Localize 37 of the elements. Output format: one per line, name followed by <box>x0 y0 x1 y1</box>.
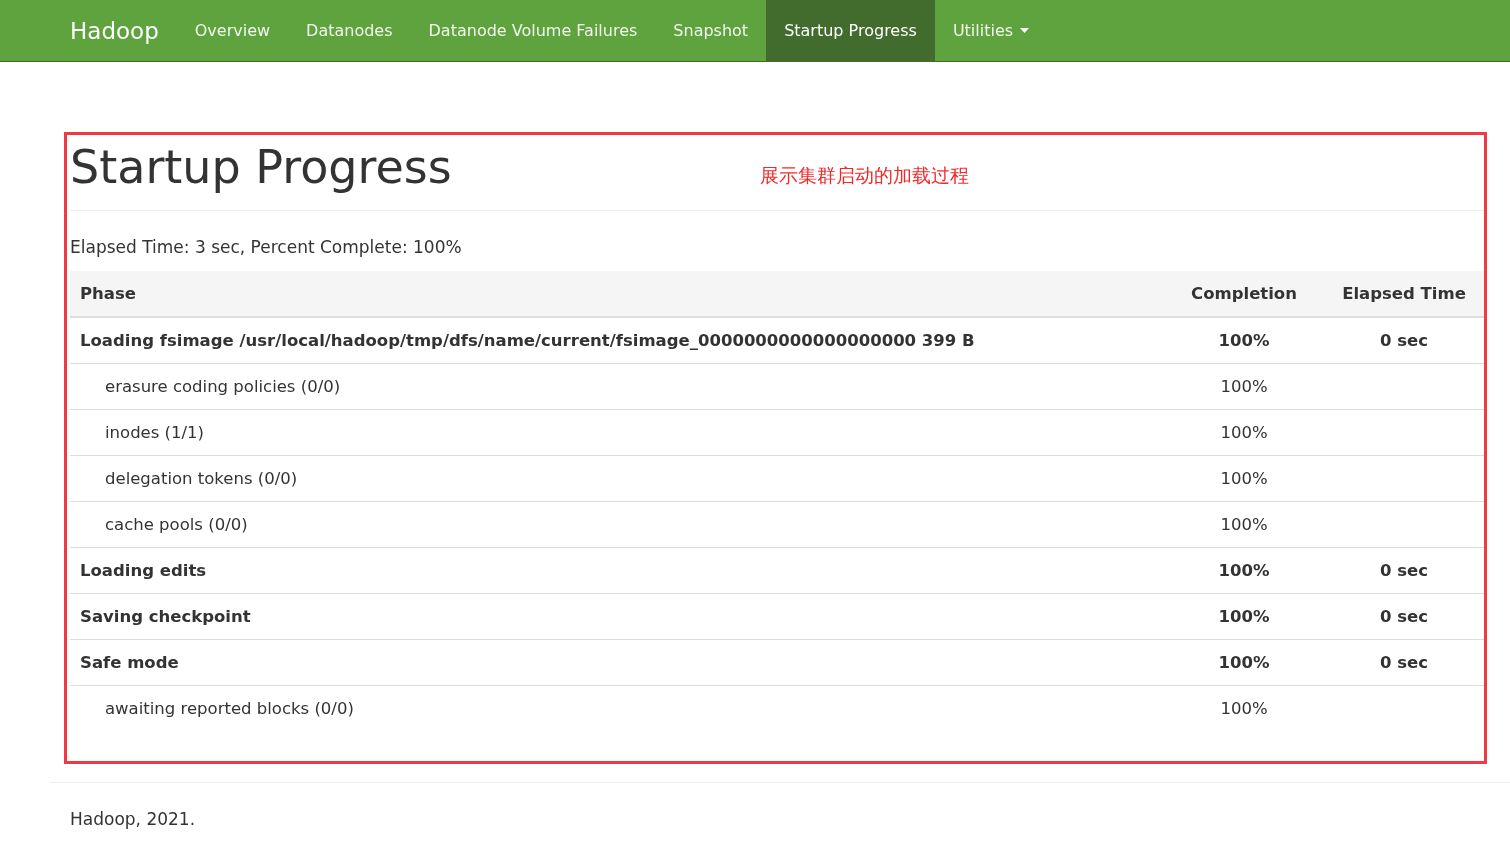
page-title: Startup Progress <box>70 144 452 196</box>
completion-cell: 100% <box>1164 455 1324 502</box>
phase-cell: Saving checkpoint <box>70 593 1164 640</box>
completion-cell: 100% <box>1164 317 1324 364</box>
completion-cell: 100% <box>1164 639 1324 686</box>
nav-tab[interactable]: Overview <box>176 0 289 61</box>
completion-cell: 100% <box>1164 685 1324 731</box>
completion-cell: 100% <box>1164 363 1324 410</box>
nav-tab[interactable]: Startup Progress <box>766 0 935 61</box>
elapsed-cell: 0 sec <box>1324 639 1484 686</box>
elapsed-cell: 0 sec <box>1324 317 1484 364</box>
column-header: Elapsed Time <box>1324 271 1484 317</box>
phase-cell: Loading fsimage /usr/local/hadoop/tmp/dfs/name/current/fsimage_0000000000000000000 399 B <box>70 317 1164 364</box>
nav-tab[interactable]: Datanode Volume Failures <box>410 0 656 61</box>
caret-icon <box>1020 28 1030 33</box>
completion-cell: 100% <box>1164 409 1324 456</box>
step-cell: awaiting reported blocks (0/0) <box>70 685 1164 731</box>
completion-cell: 100% <box>1164 501 1324 548</box>
step-cell: delegation tokens (0/0) <box>70 455 1164 502</box>
nav-tab[interactable]: Datanodes <box>288 0 411 61</box>
phase-cell: Loading edits <box>70 547 1164 594</box>
footer-text: Hadoop, 2021. <box>69 808 197 829</box>
nav-tab[interactable]: Utilities <box>934 0 1048 61</box>
elapsed-cell: 0 sec <box>1324 547 1484 594</box>
completion-cell: 100% <box>1164 593 1324 640</box>
elapsed-cell: 0 sec <box>1324 593 1484 640</box>
step-cell: inodes (1/1) <box>70 409 1164 456</box>
brand-link[interactable]: Hadoop <box>52 0 177 61</box>
annotation-text: 展示集群启动的加载过程 <box>759 163 969 188</box>
summary-text: Elapsed Time: 3 sec, Percent Complete: 100% <box>70 236 463 259</box>
column-header: Phase <box>70 271 1164 317</box>
completion-cell: 100% <box>1164 547 1324 594</box>
column-header: Completion <box>1164 271 1324 317</box>
step-cell: erasure coding policies (0/0) <box>70 363 1164 410</box>
step-cell: cache pools (0/0) <box>70 501 1164 548</box>
nav-tab[interactable]: Snapshot <box>655 0 767 61</box>
phase-cell: Safe mode <box>70 639 1164 686</box>
